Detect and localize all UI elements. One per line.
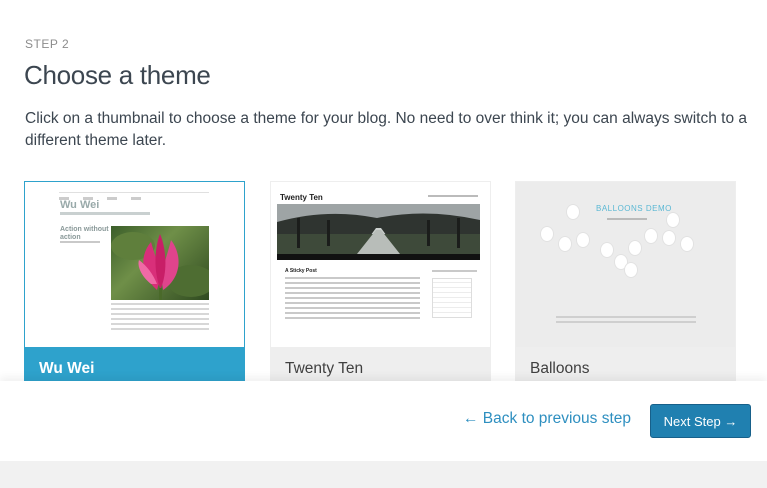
balloon-icon xyxy=(558,236,572,252)
theme-thumbnail: Wu Wei Action without action xyxy=(25,182,244,347)
thumb-tagline xyxy=(607,218,647,220)
thumb-calendar xyxy=(432,278,472,318)
thumb-date xyxy=(60,241,100,243)
balloon-icon xyxy=(566,204,580,220)
thumb-nav xyxy=(59,187,209,200)
lotus-flower-image xyxy=(111,226,209,300)
bottom-strip xyxy=(0,461,767,488)
thumb-site-title: Twenty Ten xyxy=(280,193,323,202)
thumb-tagline xyxy=(60,212,150,215)
thumb-site-title: BALLOONS DEMO xyxy=(596,204,672,213)
page-title: Choose a theme xyxy=(24,60,211,90)
thumb-body-text xyxy=(556,316,696,326)
balloon-icon xyxy=(624,262,638,278)
balloon-icon xyxy=(628,240,642,256)
theme-card-balloons[interactable]: BALLOONS DEMO Balloons xyxy=(515,181,736,391)
thumb-post-title: A Sticky Post xyxy=(285,268,317,274)
intro-text: Click on a thumbnail to choose a theme f… xyxy=(25,110,747,149)
theme-card-twenty-ten[interactable]: Twenty Ten A Sticky Post Twenty Ten xyxy=(270,181,491,391)
back-to-previous-step-link[interactable]: ← Back to previous step xyxy=(463,410,631,428)
balloon-icon xyxy=(540,226,554,242)
balloon-icon xyxy=(662,230,676,246)
balloon-icon xyxy=(576,232,590,248)
theme-name: Wu Wei xyxy=(39,360,95,377)
theme-name: Twenty Ten xyxy=(285,360,364,377)
step-label: STEP 2 xyxy=(25,37,70,51)
thumb-nav xyxy=(277,254,480,260)
thumb-post-title: Action without action xyxy=(60,226,109,241)
balloon-icon xyxy=(666,212,680,228)
theme-card-wu-wei[interactable]: Wu Wei Action without action Wu Wei xyxy=(24,181,245,391)
theme-name: Balloons xyxy=(530,360,590,377)
tree-avenue-banner-image xyxy=(277,204,480,254)
thumb-tagline xyxy=(428,195,478,197)
thumb-body-text xyxy=(285,277,420,322)
thumb-sidebar xyxy=(432,270,477,276)
theme-thumbnail: BALLOONS DEMO xyxy=(516,182,735,347)
theme-thumbnail: Twenty Ten A Sticky Post xyxy=(271,182,490,347)
next-step-button[interactable]: Next Step → xyxy=(650,404,751,438)
thumb-site-title: Wu Wei xyxy=(60,199,100,211)
balloon-icon xyxy=(680,236,694,252)
balloon-icon xyxy=(600,242,614,258)
thumb-body-text xyxy=(111,303,209,333)
balloon-icon xyxy=(644,228,658,244)
